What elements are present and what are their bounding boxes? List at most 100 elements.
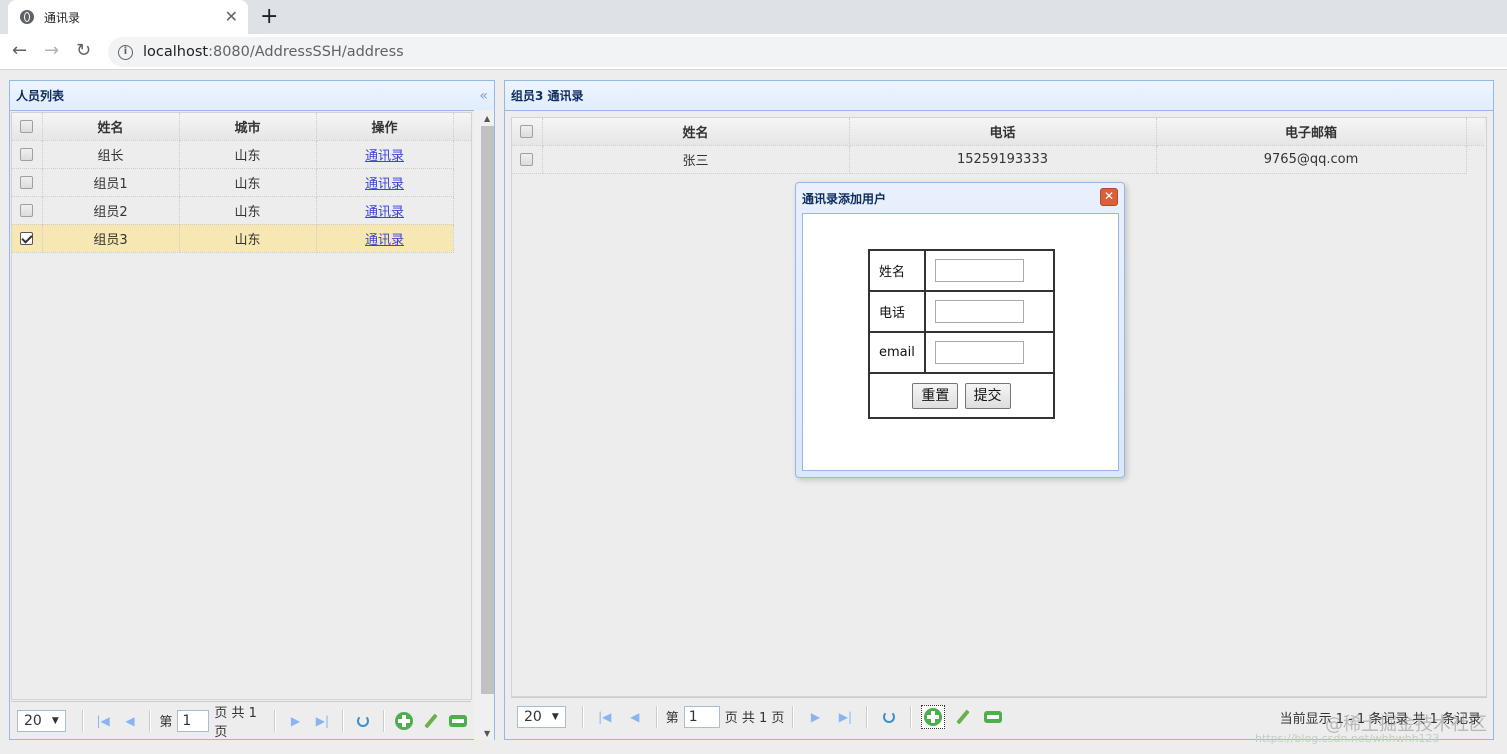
table-row-selected[interactable]: 组员3 山东 通讯录 — [12, 224, 471, 253]
add-button[interactable] — [394, 709, 415, 733]
scrollbar-thumb[interactable] — [481, 126, 494, 694]
refresh-button[interactable] — [353, 709, 374, 733]
first-page-icon: |◀ — [598, 709, 612, 724]
last-page-button[interactable]: ▶| — [312, 709, 333, 733]
reset-button[interactable]: 重置 — [912, 382, 959, 409]
col-action[interactable]: 操作 — [316, 113, 454, 141]
separator — [81, 709, 84, 732]
reload-icon[interactable]: ↻ — [76, 40, 91, 62]
panel-title: 组员3 通讯录 — [511, 89, 584, 103]
prev-page-button[interactable]: ◀ — [120, 709, 141, 733]
col-name[interactable]: 姓名 — [542, 118, 850, 146]
new-tab-button[interactable]: + — [260, 4, 278, 30]
watermark-url: https://blog.csdn.net/whhwhh123 — [1255, 732, 1440, 745]
col-city[interactable]: 城市 — [179, 113, 317, 141]
cell-name: 张三 — [542, 145, 850, 174]
select-all-checkbox[interactable] — [20, 119, 34, 133]
table-row[interactable]: 组员2 山东 通讯录 — [12, 196, 471, 225]
dialog-body: 姓名 电话 email 重置 提交 — [802, 213, 1119, 471]
forward-arrow-icon[interactable]: → — [44, 40, 59, 62]
refresh-icon — [883, 710, 896, 723]
next-page-icon: ▶ — [290, 713, 301, 728]
cell-phone: 15259193333 — [849, 145, 1157, 174]
row-checkbox[interactable] — [20, 147, 34, 161]
back-arrow-icon[interactable]: ← — [12, 40, 27, 62]
address-book-link[interactable]: 通讯录 — [365, 149, 404, 164]
people-table: 姓名 城市 操作 组长 山东 通讯录 组员1 山东 通讯录 组员2 山东 通讯录… — [12, 113, 471, 253]
vertical-scrollbar[interactable]: ▲ ▼ — [474, 110, 494, 740]
row-checkbox-cell[interactable] — [12, 168, 43, 197]
button-cell: 重置 提交 — [868, 372, 1055, 419]
next-page-button[interactable]: ▶ — [803, 705, 827, 729]
row-checkbox-cell[interactable] — [12, 224, 43, 253]
page-prefix: 第 — [159, 715, 173, 730]
url-text[interactable]: localhost:8080/AddressSSH/address — [143, 44, 404, 60]
remove-button[interactable] — [981, 705, 1005, 729]
col-name[interactable]: 姓名 — [42, 113, 180, 141]
col-phone[interactable]: 电话 — [849, 118, 1157, 146]
separator — [274, 709, 277, 732]
cell-city: 山东 — [179, 140, 317, 169]
address-book-link[interactable]: 通讯录 — [365, 205, 404, 220]
row-checkbox[interactable] — [520, 152, 534, 166]
select-all-checkbox[interactable] — [520, 124, 534, 138]
close-icon[interactable]: ✕ — [1100, 188, 1118, 206]
globe-icon — [20, 10, 34, 24]
cell-city: 山东 — [179, 196, 317, 225]
last-page-button[interactable]: ▶| — [833, 705, 857, 729]
phone-field[interactable] — [935, 300, 1024, 323]
first-page-button[interactable]: |◀ — [93, 709, 114, 733]
refresh-button[interactable] — [877, 705, 901, 729]
row-checkbox-cell[interactable] — [512, 145, 543, 174]
row-checkbox-checked[interactable] — [20, 231, 34, 245]
cell-action: 通讯录 — [316, 140, 454, 169]
scroll-down-icon[interactable]: ▼ — [484, 729, 490, 738]
table-row[interactable]: 组员1 山东 通讯录 — [12, 168, 471, 197]
page-size-select[interactable]: 20 ▼ — [17, 709, 66, 732]
people-pager: 20 ▼ |◀ ◀ 第 1 页 共 1 页 ▶ ▶| — [11, 701, 471, 740]
page-suffix: 页 共 1 页 — [724, 711, 785, 726]
first-page-button[interactable]: |◀ — [593, 705, 617, 729]
table-row[interactable]: 张三 15259193333 9765@qq.com — [512, 145, 1484, 174]
cell-action: 通讯录 — [316, 196, 454, 225]
prev-page-button[interactable]: ◀ — [623, 705, 647, 729]
next-page-button[interactable]: ▶ — [285, 709, 306, 733]
page-number-input[interactable]: 1 — [683, 705, 720, 728]
address-book-link[interactable]: 通讯录 — [365, 233, 404, 248]
browser-tab[interactable]: 通讯录 ✕ — [8, 0, 248, 34]
row-checkbox-cell[interactable] — [12, 140, 43, 169]
people-list-header: 人员列表 « — [10, 81, 494, 111]
add-icon — [394, 711, 413, 730]
row-checkbox[interactable] — [20, 175, 34, 189]
close-tab-icon[interactable]: ✕ — [225, 7, 238, 27]
edit-button[interactable] — [420, 709, 441, 733]
cell-name: 组员3 — [42, 224, 180, 253]
cell-spacer — [453, 224, 471, 252]
prev-page-icon: ◀ — [125, 713, 135, 728]
page-size-select[interactable]: 20 ▼ — [517, 705, 566, 728]
dropdown-arrow-icon: ▼ — [551, 711, 559, 722]
page-suffix: 页 共 1 页 — [214, 705, 257, 740]
select-all-cell[interactable] — [12, 113, 43, 141]
address-table: 姓名 电话 电子邮箱 张三 15259193333 9765@qq.com — [512, 118, 1484, 174]
email-field[interactable] — [935, 341, 1024, 364]
edit-button[interactable] — [951, 705, 975, 729]
form-row: 电话 — [868, 290, 1055, 333]
select-all-cell[interactable] — [512, 118, 543, 146]
name-field[interactable] — [935, 259, 1024, 282]
table-row[interactable]: 组长 山东 通讯录 — [12, 140, 471, 169]
submit-button[interactable]: 提交 — [964, 382, 1011, 409]
remove-button[interactable] — [447, 709, 468, 733]
address-bar[interactable]: i localhost:8080/AddressSSH/address — [108, 37, 1507, 67]
address-book-link[interactable]: 通讯录 — [365, 177, 404, 192]
cell-action: 通讯录 — [316, 224, 454, 253]
col-email[interactable]: 电子邮箱 — [1156, 118, 1467, 146]
add-button[interactable] — [921, 704, 946, 729]
row-checkbox-cell[interactable] — [12, 196, 43, 225]
cell-spacer — [1466, 145, 1484, 173]
row-checkbox[interactable] — [20, 203, 34, 217]
info-icon[interactable]: i — [118, 44, 133, 60]
page-number-input[interactable]: 1 — [177, 709, 210, 732]
collapse-left-icon[interactable]: « — [479, 81, 488, 111]
scroll-up-icon[interactable]: ▲ — [484, 114, 490, 123]
